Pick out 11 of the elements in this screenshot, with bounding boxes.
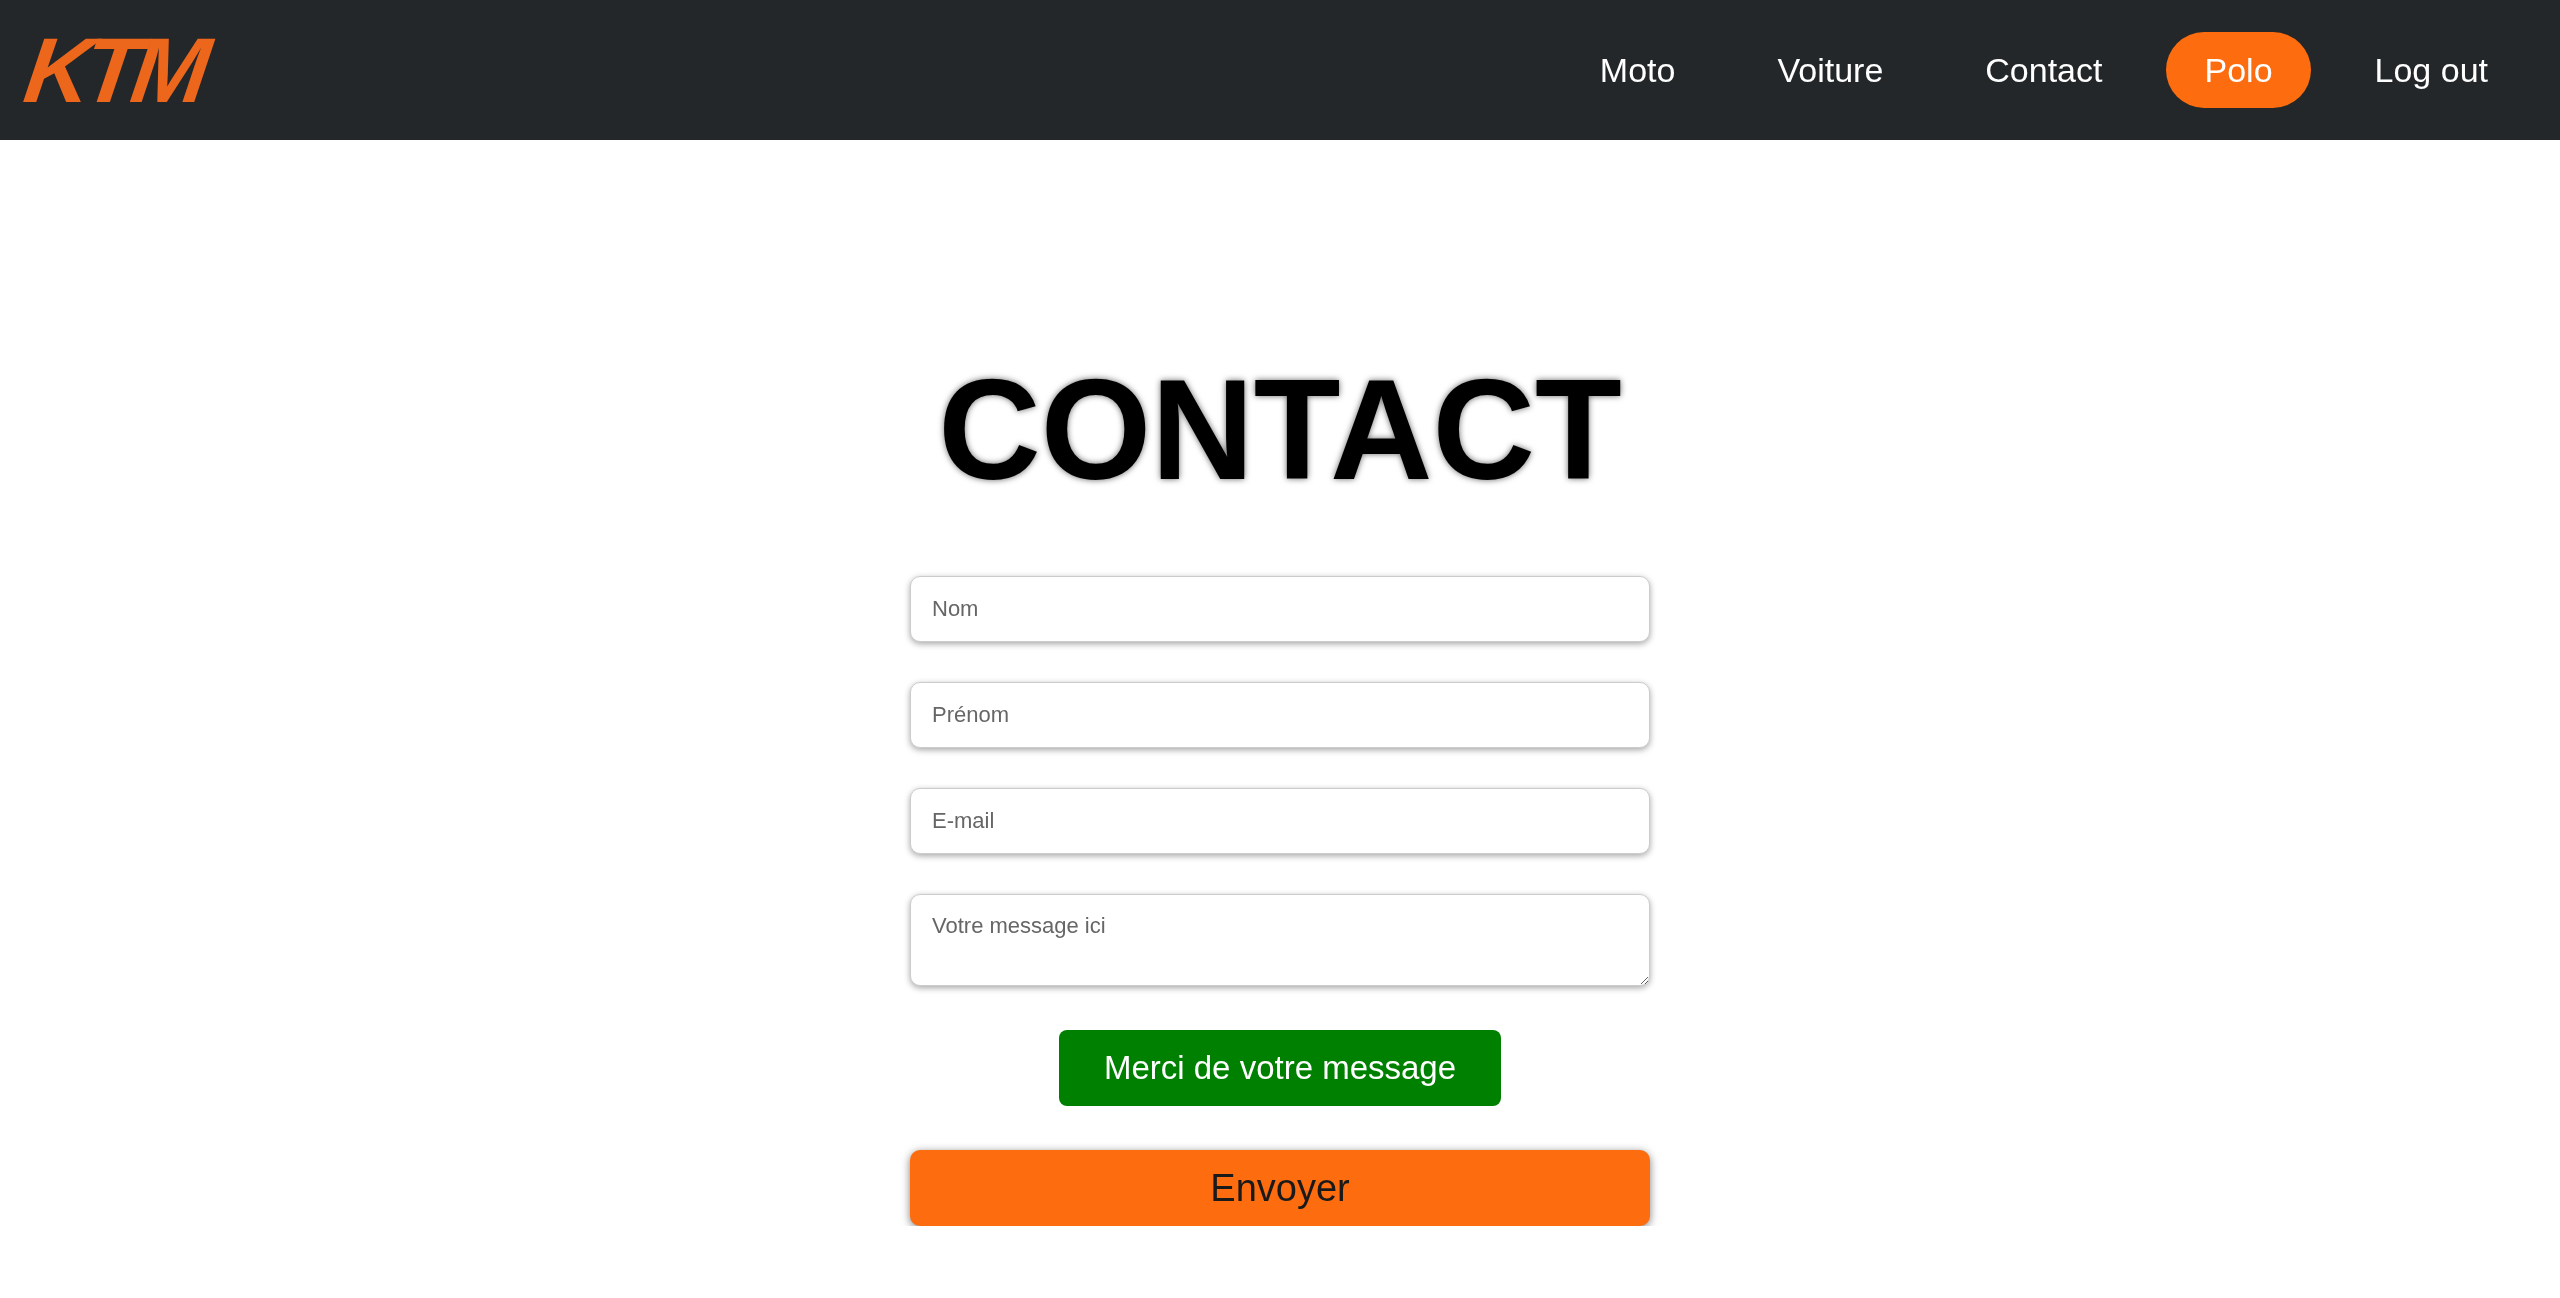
nav-link[interactable]: Voiture [1739,32,1922,108]
nav-link[interactable]: Moto [1561,32,1714,108]
nav-link[interactable]: Contact [1947,32,2141,108]
nav-link[interactable]: Log out [2336,32,2526,108]
message-field[interactable]: Votre message ici [910,894,1650,987]
input-field[interactable]: Prénom [910,682,1650,749]
input-field[interactable]: E-mail [910,788,1650,855]
page-title: CONTACT [938,352,1622,509]
input-field[interactable]: Nom [910,576,1650,643]
success-message: Merci de votre message [1059,1030,1501,1107]
send-button[interactable]: Envoyer [910,1150,1650,1227]
